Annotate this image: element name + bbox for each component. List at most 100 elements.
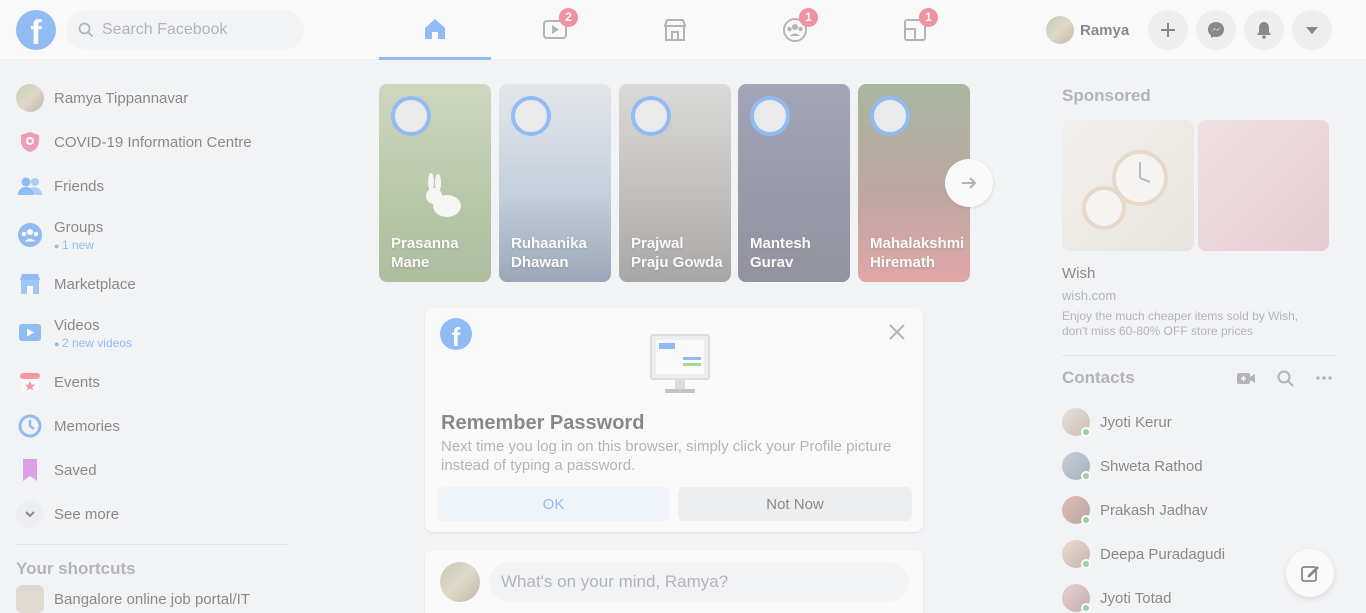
caret-down-icon — [1306, 27, 1318, 34]
facebook-logo: f — [440, 318, 472, 350]
contact-name: Shweta Rathod — [1100, 457, 1203, 475]
contact-item[interactable]: Shweta Rathod — [1054, 444, 1344, 488]
dialog-body: Next time you log in on this browser, si… — [441, 438, 892, 474]
search-icon — [78, 22, 94, 38]
sidebar-item-label: Ramya Tippannavar — [54, 89, 189, 107]
online-indicator — [1081, 603, 1091, 613]
sidebar-item-label: Friends — [54, 177, 105, 195]
create-button[interactable] — [1148, 10, 1188, 50]
more-options-icon[interactable] — [1316, 376, 1332, 380]
ad-title[interactable]: Wish — [1054, 265, 1344, 282]
sidebar-item-label: Marketplace — [54, 275, 136, 293]
rabbit-image — [426, 173, 461, 217]
sidebar-item-friends[interactable]: Friends — [8, 164, 298, 208]
bell-icon — [1257, 22, 1271, 39]
avatar — [440, 562, 480, 602]
remember-password-dialog: f Remember Password Next time you log in… — [425, 308, 923, 532]
composer-input[interactable]: What's on your mind, Ramya? — [489, 562, 909, 602]
search-input[interactable] — [102, 21, 282, 39]
close-icon[interactable] — [887, 322, 907, 342]
new-message-button[interactable] — [1286, 549, 1334, 597]
sidebar-item-label: Videos — [54, 316, 100, 334]
ad-description: Enjoy the much cheaper items sold by Wis… — [1062, 309, 1299, 338]
sponsored-heading: Sponsored — [1062, 86, 1151, 105]
watch-badge: 2 — [559, 8, 578, 27]
sponsored-images[interactable] — [1054, 120, 1344, 251]
story-name: Mantesh Gurav — [750, 235, 811, 271]
bookmark-icon — [23, 459, 37, 481]
friends-icon — [18, 177, 42, 195]
sidebar-item-groups[interactable]: Groups 1 new — [8, 208, 298, 262]
sidebar-item-sub: 1 new — [54, 238, 103, 252]
search-box[interactable] — [66, 10, 304, 50]
right-sidebar: Sponsored Wish wish.com Enjoy the much c… — [1054, 76, 1344, 613]
sidebar-item-sub: 2 new videos — [54, 336, 132, 350]
sidebar-item-label: Saved — [54, 461, 97, 479]
contact-name: Prakash Jadhav — [1100, 501, 1208, 519]
contact-name: Jyoti Totad — [1100, 589, 1172, 607]
shortcut-label: Bangalore online job portal/IT — [54, 590, 250, 608]
contact-item[interactable]: Jyoti Kerur — [1054, 400, 1344, 444]
sidebar-item-profile[interactable]: Ramya Tippannavar — [8, 76, 298, 120]
shoe-ad-image — [1198, 120, 1329, 251]
monitor-illustration — [650, 334, 710, 393]
watch-ad-image — [1062, 120, 1194, 251]
contacts-header: Contacts — [1054, 356, 1344, 400]
sidebar-item-marketplace[interactable]: Marketplace — [8, 262, 298, 306]
sidebar-item-label: Memories — [54, 417, 120, 435]
watch-tab[interactable]: 2 — [499, 0, 611, 60]
story-card[interactable]: Prajwal Praju Gowda — [619, 84, 731, 282]
ad-domain[interactable]: wish.com — [1054, 288, 1344, 303]
sidebar-item-videos[interactable]: Videos 2 new videos — [8, 306, 298, 360]
sidebar-item-covid[interactable]: COVID-19 Information Centre — [8, 120, 298, 164]
avatar — [391, 96, 431, 136]
sidebar-item-saved[interactable]: Saved — [8, 448, 298, 492]
story-name: Mahalakshmi Hiremath — [870, 235, 965, 271]
sidebar-item-events[interactable]: Events — [8, 360, 298, 404]
account-menu-button[interactable] — [1292, 10, 1332, 50]
gaming-badge: 1 — [919, 8, 938, 27]
dialog-title: Remember Password — [441, 412, 645, 434]
videos-icon — [19, 324, 41, 341]
online-indicator — [1081, 427, 1091, 437]
home-icon — [425, 18, 445, 39]
sidebar-divider — [16, 544, 288, 545]
story-card[interactable]: Mantesh Gurav — [738, 84, 850, 282]
notifications-button[interactable] — [1244, 10, 1284, 50]
shortcuts-heading: Your shortcuts — [16, 559, 136, 578]
search-icon[interactable] — [1277, 370, 1294, 387]
not-now-button[interactable]: Not Now — [678, 487, 912, 521]
plus-icon — [1161, 23, 1175, 37]
story-card[interactable]: Prasanna Mane — [379, 84, 491, 282]
messenger-button[interactable] — [1196, 10, 1236, 50]
contact-item[interactable]: Prakash Jadhav — [1054, 488, 1344, 532]
facebook-logo[interactable]: f — [16, 10, 56, 50]
sidebar-item-see-more[interactable]: See more — [8, 492, 298, 536]
avatar — [1046, 16, 1074, 44]
profile-shortcut[interactable]: Ramya — [1046, 14, 1129, 46]
gaming-tab[interactable]: 1 — [859, 0, 971, 60]
online-indicator — [1081, 515, 1091, 525]
shortcut-item[interactable]: Bangalore online job portal/IT — [8, 579, 298, 613]
stories-next-button[interactable] — [945, 159, 993, 207]
calendar-icon — [19, 372, 41, 393]
sidebar-item-label: Events — [54, 373, 100, 391]
avatar — [870, 96, 910, 136]
story-card[interactable]: Ruhaanika Dhawan — [499, 84, 611, 282]
video-room-icon[interactable] — [1237, 371, 1255, 385]
groups-badge: 1 — [799, 8, 818, 27]
groups-tab[interactable]: 1 — [739, 0, 851, 60]
compose-icon — [1301, 566, 1319, 582]
marketplace-icon — [20, 274, 40, 294]
covid-shield-icon — [21, 132, 39, 152]
home-tab[interactable] — [379, 0, 491, 60]
messenger-icon — [1208, 22, 1224, 38]
contacts-heading: Contacts — [1062, 368, 1135, 387]
left-sidebar: Ramya Tippannavar COVID-19 Information C… — [8, 76, 298, 613]
ok-button[interactable]: OK — [437, 487, 670, 521]
contact-name: Jyoti Kerur — [1100, 413, 1172, 431]
sidebar-item-memories[interactable]: Memories — [8, 404, 298, 448]
arrow-right-icon — [962, 177, 977, 189]
marketplace-tab[interactable] — [619, 0, 731, 60]
marketplace-icon — [663, 19, 687, 41]
